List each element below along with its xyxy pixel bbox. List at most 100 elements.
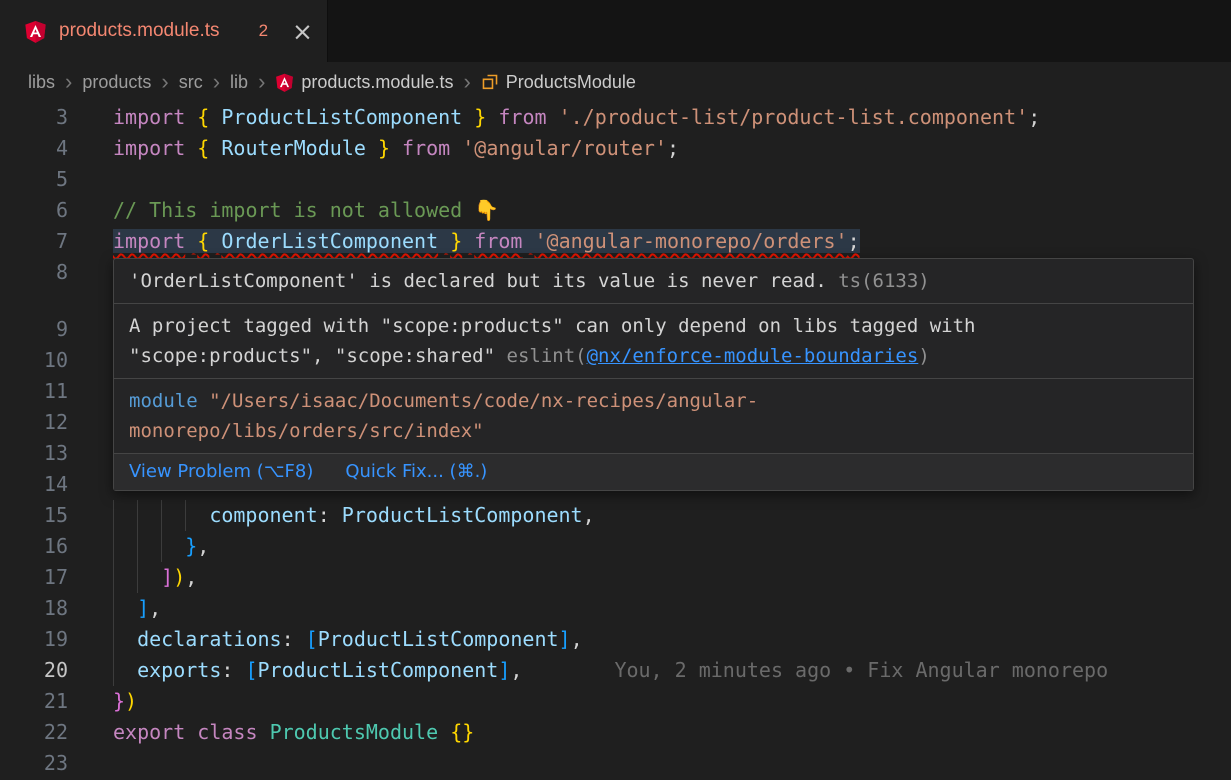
indent-guide [113,531,137,562]
code-text: ]), [113,562,197,593]
eslint-diagnostic-line1: A project tagged with "scope:products" c… [129,315,975,337]
indent-guide [113,593,137,624]
indent-guide [161,500,185,531]
line-number[interactable]: 10 [0,345,68,376]
line-number[interactable]: 16 [0,531,68,562]
vscode-window: { "tab": { "title": "products.module.ts"… [0,0,1231,780]
chevron-right-icon: › [257,71,266,93]
eslint-source-close: ) [918,345,929,367]
line-number[interactable]: 21 [0,686,68,717]
breadcrumb-item-symbol[interactable]: ProductsModule [481,72,636,93]
line-number[interactable]: 7 [0,226,68,257]
line-number[interactable]: 19 [0,624,68,655]
tab-problems-badge: 2 [259,21,268,41]
angular-icon [275,73,294,92]
eslint-diagnostic-line2: "scope:products", "scope:shared" [129,345,507,367]
code-text: import { RouterModule } from '@angular/r… [113,133,679,164]
chevron-right-icon: › [462,71,471,93]
indent-guide [185,500,209,531]
code-text: // This import is not allowed 👇 [113,195,499,226]
indent-guide [113,655,137,686]
eslint-rule-link[interactable]: @nx/enforce-module-boundaries [587,345,919,367]
tab-products-module[interactable]: products.module.ts 2 × [0,0,328,62]
code-line[interactable]: 5 [0,164,1231,195]
hover-problem-widget: 'OrderListComponent' is declared but its… [113,258,1194,491]
code-line[interactable]: 6 // This import is not allowed 👇 [0,195,1231,226]
chevron-right-icon: › [212,71,221,93]
line-number[interactable]: 23 [0,748,68,779]
chevron-right-icon: › [64,71,73,93]
ts-diagnostic-text: 'OrderListComponent' is declared but its… [129,270,827,292]
hover-eslint-message: A project tagged with "scope:products" c… [114,303,1193,378]
code-text: exports: [ProductListComponent],You, 2 m… [113,655,1108,686]
breadcrumb-symbol-label: ProductsModule [506,72,636,93]
code-text: }) [113,686,137,717]
indent-guide [137,562,161,593]
line-number[interactable]: 6 [0,195,68,226]
quick-fix-action[interactable]: Quick Fix... (⌘.) [345,461,487,483]
line-number[interactable]: 11 [0,376,68,407]
line-number[interactable]: 18 [0,593,68,624]
code-text: import { ProductListComponent } from './… [113,102,1040,133]
indent-guide [161,531,185,562]
indent-guide [137,531,161,562]
breadcrumb-item-file[interactable]: products.module.ts [275,72,453,93]
code-text: import { OrderListComponent } from '@ang… [113,226,860,257]
code-line[interactable]: 17]), [0,562,1231,593]
tab-bar: products.module.ts 2 × [0,0,1231,62]
eslint-source-open: eslint( [507,345,587,367]
code-text: declarations: [ProductListComponent], [113,624,583,655]
indent-guide [113,500,137,531]
indent-guide [113,562,137,593]
angular-icon [24,20,47,43]
class-symbol-icon [481,73,499,91]
code-text: }, [113,531,209,562]
line-number[interactable]: 12 [0,407,68,438]
breadcrumb: libs › products › src › lib › products.m… [0,62,1231,102]
breadcrumb-item-libs[interactable]: libs [28,72,55,93]
close-icon[interactable]: × [292,19,313,44]
line-number[interactable]: 5 [0,164,68,195]
line-number[interactable]: 17 [0,562,68,593]
line-number[interactable]: 8 [0,257,68,288]
code-text: export class ProductsModule {} [113,717,474,748]
code-line[interactable]: 21}) [0,686,1231,717]
line-number[interactable]: 15 [0,500,68,531]
line-number[interactable]: 4 [0,133,68,164]
git-blame-annotation: You, 2 minutes ago • Fix Angular monorep… [614,658,1108,682]
breadcrumb-item-products[interactable]: products [82,72,151,93]
line-number[interactable]: 20 [0,655,68,686]
hover-action-bar: View Problem (⌥F8) Quick Fix... (⌘.) [114,453,1193,490]
line-number[interactable]: 3 [0,102,68,133]
chevron-right-icon: › [160,71,169,93]
breadcrumb-file-label: products.module.ts [301,72,453,93]
code-line[interactable]: 7 import { OrderListComponent } from '@an… [0,226,1231,257]
module-keyword: module [129,390,198,412]
code-line[interactable]: 19 declarations: [ProductListComponent], [0,624,1231,655]
view-problem-action[interactable]: View Problem (⌥F8) [129,461,313,483]
hover-module-info: module "/Users/isaac/Documents/code/nx-r… [114,378,1193,453]
line-number[interactable]: 22 [0,717,68,748]
line-number[interactable]: 13 [0,438,68,469]
code-line[interactable]: 16}, [0,531,1231,562]
breadcrumb-item-src[interactable]: src [179,72,203,93]
code-line[interactable]: 22 export class ProductsModule {} [0,717,1231,748]
ts-diagnostic-source: ts(6133) [838,270,930,292]
tab-title: products.module.ts [59,20,220,42]
code-line[interactable]: 23 [0,748,1231,779]
code-line[interactable]: 18], [0,593,1231,624]
line-number[interactable]: 9 [0,314,68,345]
code-line[interactable]: 3 import { ProductListComponent } from '.… [0,102,1231,133]
indent-guide [113,624,137,655]
breadcrumb-item-lib[interactable]: lib [230,72,248,93]
module-path: "/Users/isaac/Documents/code/nx-recipes/… [129,390,758,442]
code-text: component: ProductListComponent, [113,500,595,531]
code-line[interactable]: 15 component: ProductListComponent, [0,500,1231,531]
hover-ts-message: 'OrderListComponent' is declared but its… [114,259,1193,303]
indent-guide [137,500,161,531]
code-line[interactable]: 4 import { RouterModule } from '@angular/… [0,133,1231,164]
line-number[interactable]: 14 [0,469,68,500]
code-line[interactable]: 20 exports: [ProductListComponent],You, 2… [0,655,1231,686]
error-squiggle-range: import { OrderListComponent } from '@ang… [113,229,860,253]
code-text: ], [113,593,161,624]
